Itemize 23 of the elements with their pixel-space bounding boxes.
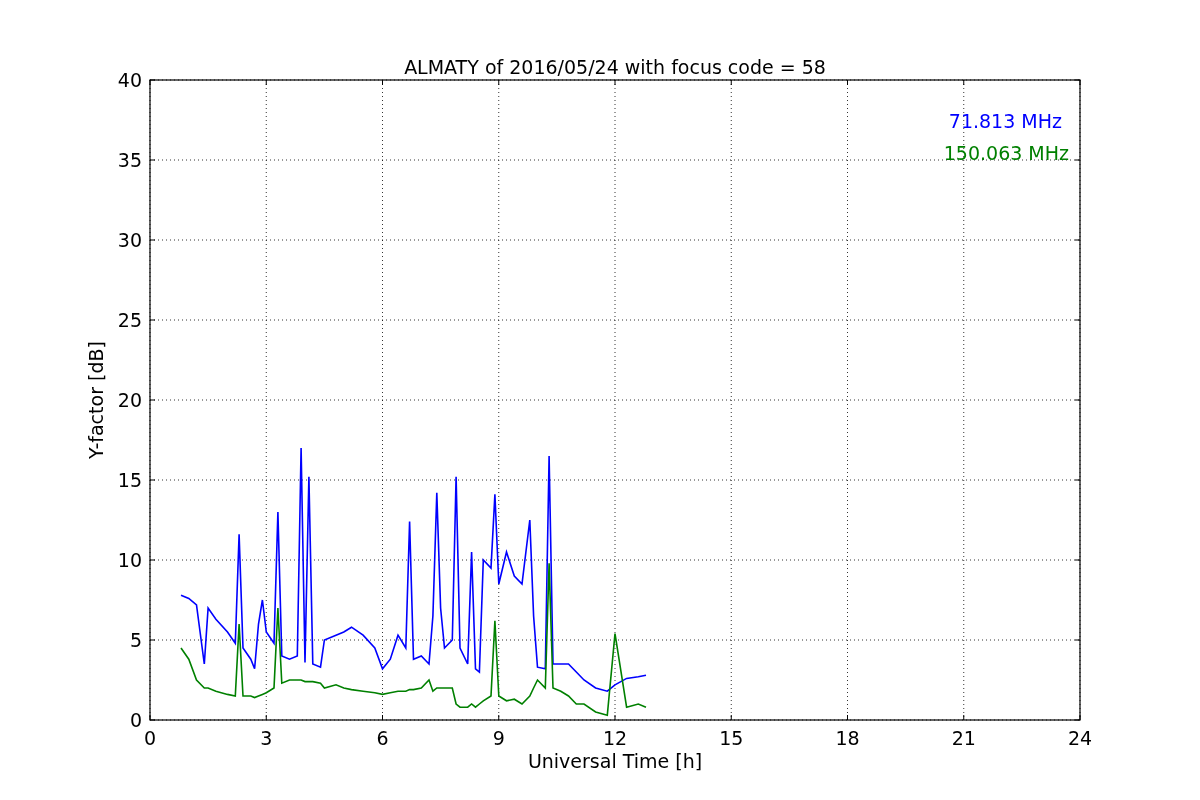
x-axis-label: Universal Time [h]: [527, 750, 703, 772]
y-tick-label: 0: [129, 709, 142, 731]
y-tick-label: 10: [117, 549, 142, 571]
x-tick-label: 6: [376, 727, 389, 749]
y-tick-label: 25: [117, 309, 142, 331]
chart-title: ALMATY of 2016/05/24 with focus code = 58: [404, 56, 826, 78]
x-tick-label: 21: [951, 727, 976, 749]
y-tick-label: 40: [117, 69, 142, 91]
x-tick-label: 12: [602, 727, 628, 749]
y-tick-label: 35: [117, 149, 142, 171]
x-tick-label: 3: [260, 727, 273, 749]
x-tick-label: 9: [492, 727, 505, 749]
y-tick-label: 5: [129, 629, 142, 651]
y-tick-label: 20: [117, 389, 142, 411]
legend-label: 150.063 MHz: [943, 142, 1069, 164]
x-tick-label: 15: [719, 727, 744, 749]
y-tick-label: 15: [117, 469, 142, 491]
x-tick-label: 0: [143, 727, 157, 749]
y-tick-label: 30: [117, 229, 142, 251]
x-tick-label: 24: [1067, 727, 1093, 749]
legend-label: 71.813 MHz: [948, 110, 1062, 132]
y-axis-label: Y-factor [dB]: [85, 341, 107, 459]
x-tick-label: 18: [835, 727, 860, 749]
